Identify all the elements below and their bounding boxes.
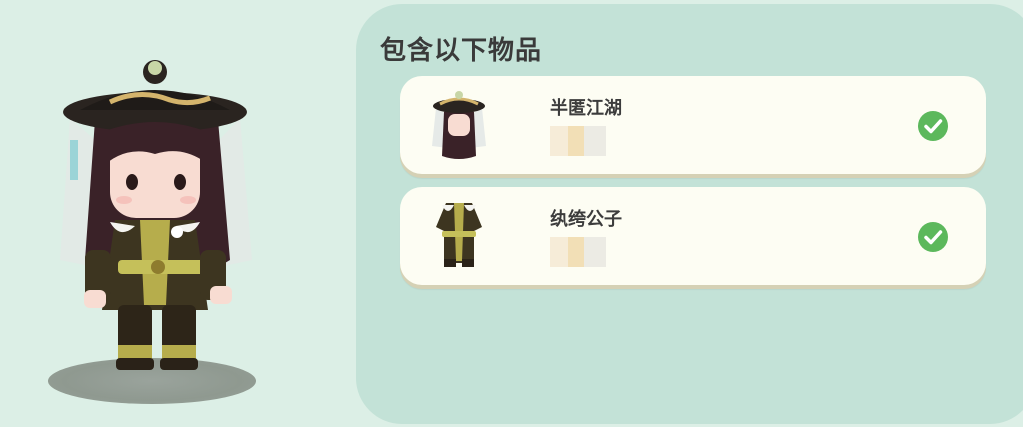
outfit-robe-icon (436, 203, 482, 267)
character-preview[interactable] (0, 0, 330, 427)
panel-title: 包含以下物品 (380, 36, 543, 66)
item-price-blurred (550, 237, 606, 267)
bundle-contents-panel: 包含以下物品 半匿江湖 纨绔公子 (356, 4, 1023, 424)
item-card-hat[interactable]: 半匿江湖 (400, 76, 986, 174)
item-name: 半匿江湖 (550, 98, 622, 119)
item-name: 纨绔公子 (550, 209, 622, 230)
item-price-blurred (550, 126, 606, 156)
character-avatar (60, 60, 252, 370)
hat-veil-icon (432, 91, 486, 159)
item-card-outfit[interactable]: 纨绔公子 (400, 187, 986, 285)
owned-check-icon (918, 111, 948, 141)
owned-check-icon (918, 222, 948, 252)
